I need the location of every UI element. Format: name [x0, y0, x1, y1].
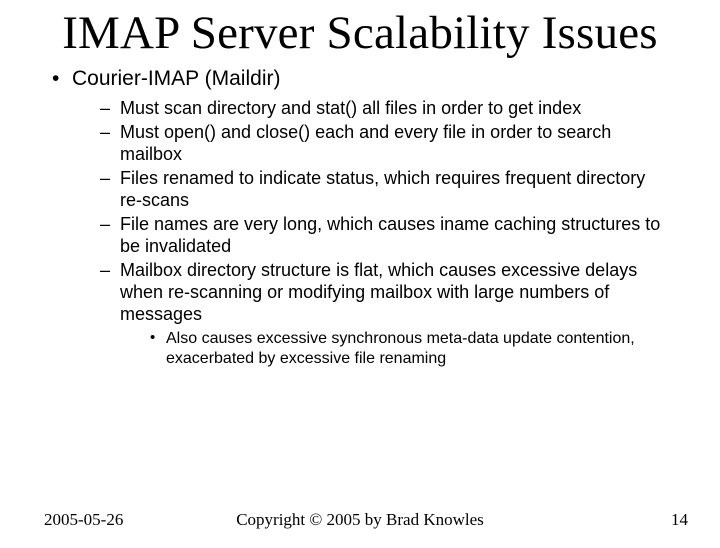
bullet-l3-item: Also causes excessive synchronous meta-d…	[148, 329, 672, 368]
bullet-l2-item: Must open() and close() each and every f…	[98, 122, 672, 166]
bullet-l3-text: Also causes excessive synchronous meta-d…	[166, 330, 635, 367]
slide-title: IMAP Server Scalability Issues	[38, 8, 682, 60]
bullet-l2-text: Must open() and close() each and every f…	[120, 122, 611, 164]
bullet-l1-text: Courier-IMAP (Maildir)	[72, 67, 280, 90]
bullet-list-level3: Also causes excessive synchronous meta-d…	[120, 329, 672, 368]
bullet-l2-text: Files renamed to indicate status, which …	[120, 168, 645, 210]
bullet-l2-item: File names are very long, which causes i…	[98, 214, 672, 258]
footer-date: 2005-05-26	[44, 510, 123, 530]
slide-footer: 2005-05-26 Copyright © 2005 by Brad Know…	[0, 510, 720, 530]
slide: IMAP Server Scalability Issues Courier-I…	[0, 8, 720, 548]
bullet-l2-item: Files renamed to indicate status, which …	[98, 168, 672, 212]
bullet-l2-item: Must scan directory and stat() all files…	[98, 98, 672, 120]
bullet-l2-text: Must scan directory and stat() all files…	[120, 98, 581, 118]
bullet-l2-text: File names are very long, which causes i…	[120, 214, 660, 256]
bullet-l2-item: Mailbox directory structure is flat, whi…	[98, 260, 672, 369]
slide-body: Courier-IMAP (Maildir) Must scan directo…	[48, 66, 672, 369]
bullet-list-level2: Must scan directory and stat() all files…	[72, 98, 672, 369]
bullet-list-level1: Courier-IMAP (Maildir) Must scan directo…	[48, 66, 672, 369]
footer-copyright: Copyright © 2005 by Brad Knowles	[40, 510, 680, 530]
bullet-l2-text: Mailbox directory structure is flat, whi…	[120, 260, 637, 324]
footer-page-number: 14	[671, 510, 688, 530]
bullet-l1-item: Courier-IMAP (Maildir) Must scan directo…	[48, 66, 672, 369]
